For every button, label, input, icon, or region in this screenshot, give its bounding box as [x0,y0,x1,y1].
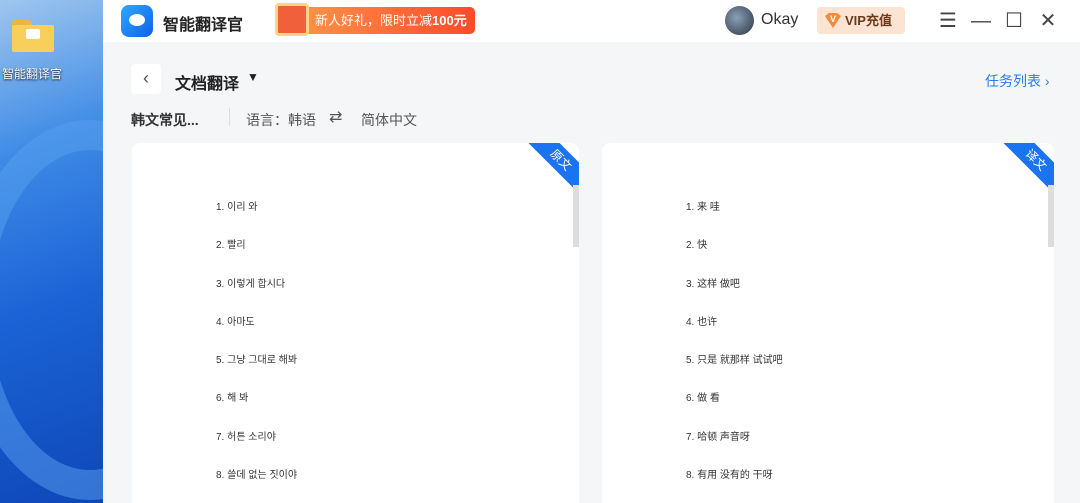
close-icon[interactable]: ✕ [1036,9,1060,33]
app-logo-icon [121,5,153,37]
app-window: 智能翻译官 新人好礼，限时立减100元 Okay V VIP充值 ☰ — ☐ ✕ … [103,0,1080,503]
translation-line: 1. 来 哇 [686,202,720,213]
target-language: 简体中文 [361,112,417,128]
translation-line: 4. 也许 [686,316,718,328]
menu-icon[interactable]: ☰ [936,9,960,33]
vip-recharge-button[interactable]: V VIP充值 [817,7,905,34]
title-bar: 智能翻译官 新人好礼，限时立减100元 Okay V VIP充值 ☰ — ☐ ✕ [103,0,1080,42]
desktop: 智能翻译官 [0,0,103,503]
source-line: 6. 해 봐 [216,393,249,405]
wallpaper-swirl [0,120,103,500]
translation-panel: 译文 1. 来 哇 2. 快 3. 这样 做吧 4. 也许 5. 只是 就那样 … [602,143,1054,503]
source-line: 5. 그냥 그대로 해봐 [216,355,298,367]
scrollbar[interactable] [573,185,579,247]
divider [229,108,230,126]
task-list-link[interactable]: 任务列表 › [985,71,1050,91]
promo-banner[interactable]: 新人好礼，限时立减100元 [275,3,475,36]
desktop-icon-label[interactable]: 智能翻译官 [2,65,62,82]
file-name: 韩文常见... [131,112,199,128]
translation-line: 3. 这样 做吧 [686,278,740,290]
minimize-icon[interactable]: — [969,9,993,33]
username[interactable]: Okay [761,11,798,29]
source-line: 4. 아마도 [216,316,255,328]
folder-icon[interactable] [12,20,54,52]
scrollbar[interactable] [1048,185,1054,247]
source-badge: 原文 [524,143,579,197]
back-button[interactable]: ‹ [131,64,161,94]
translation-line: 6. 做 看 [686,393,720,405]
source-line: 3. 이렇게 합시다 [216,278,286,290]
swap-icon[interactable]: ⇄ [329,107,342,127]
promo-text: 新人好礼，限时立减 [315,13,433,28]
translation-line: 7. 哈顿 声音呀 [686,431,750,443]
page-title[interactable]: 文档翻译 [175,70,239,94]
gift-icon [275,3,309,36]
source-panel: 原文 1. 이리 와 2. 빨리 3. 이렇게 합시다 4. 아마도 5. 그냥… [132,143,579,503]
source-line: 2. 빨리 [216,240,246,252]
promo-amount: 100元 [432,13,467,28]
caret-down-icon[interactable]: ▼ [247,70,259,84]
translation-line: 5. 只是 就那样 试试吧 [686,355,783,367]
translation-badge: 译文 [999,143,1054,197]
app-title: 智能翻译官 [163,17,244,34]
source-line: 1. 이리 와 [216,202,258,213]
vip-label: VIP充值 [845,13,892,28]
maximize-icon[interactable]: ☐ [1002,9,1026,33]
vip-diamond-icon: V [825,13,841,28]
translation-line: 2. 快 [686,240,708,252]
avatar[interactable] [725,6,754,35]
source-line: 8. 쓸데 없는 짓이야 [216,470,298,482]
translation-line: 8. 有用 没有的 干呀 [686,470,773,482]
source-line: 7. 허튼 소리야 [216,431,276,443]
source-language: 语言：韩语 [246,112,316,128]
